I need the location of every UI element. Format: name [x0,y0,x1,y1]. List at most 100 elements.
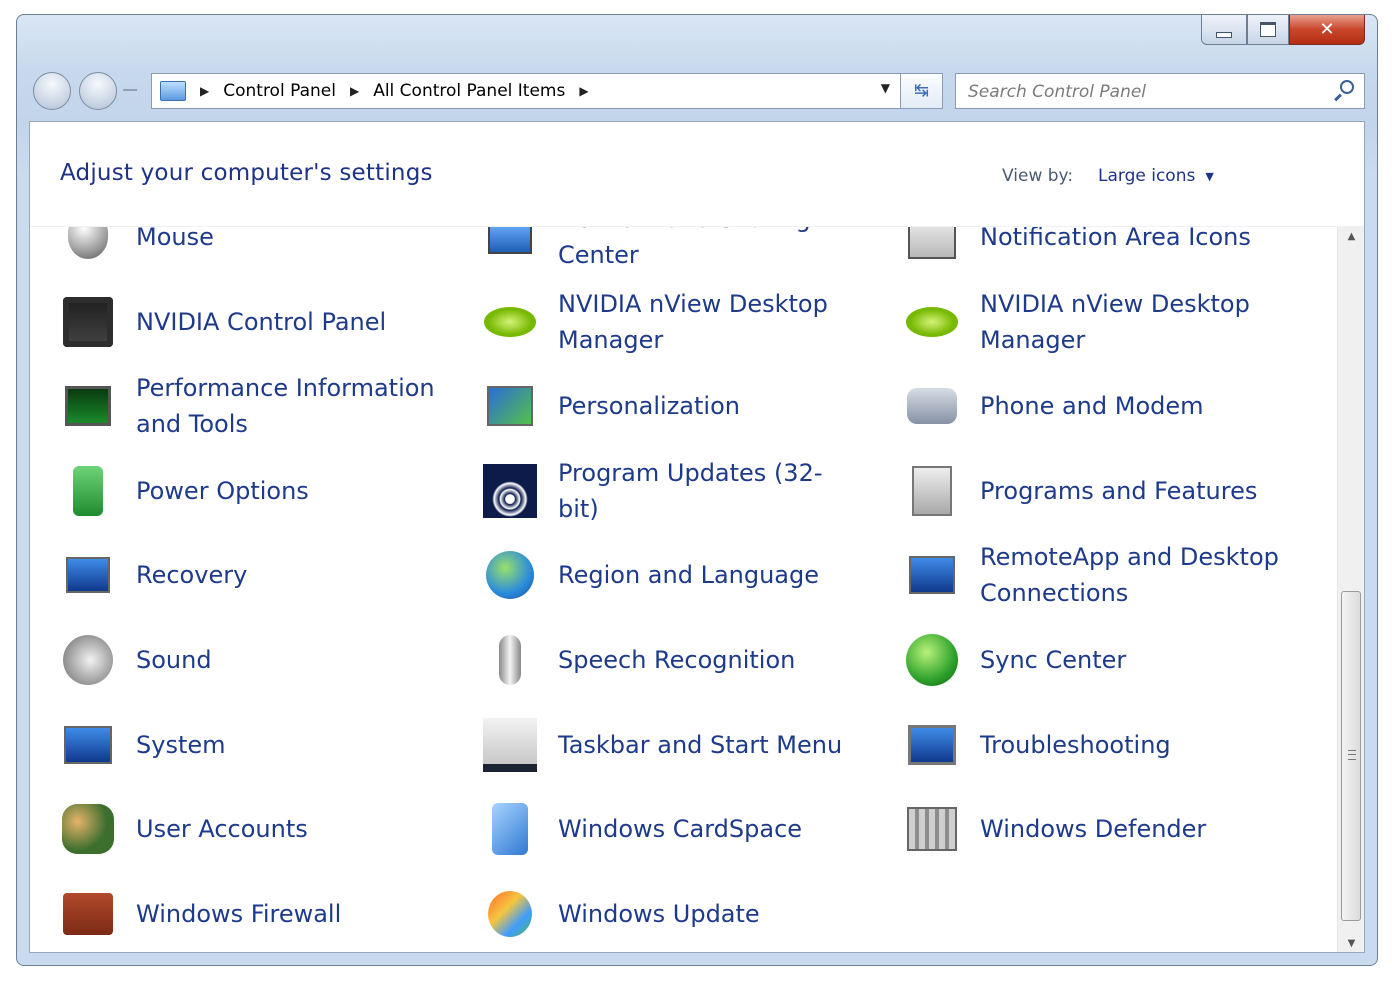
scroll-up-button[interactable]: ▲ [1338,227,1364,247]
minimize-button[interactable] [1201,15,1247,45]
notification-icon [904,227,960,265]
recent-pages-dropdown[interactable] [123,89,137,91]
vertical-scrollbar[interactable]: ▲ ▼ [1337,227,1364,952]
control-panel-item-performance-information-and-tools[interactable]: Performance Information and Tools [30,368,440,444]
chevron-down-icon: ▼ [1205,169,1214,183]
control-panel-item-sound[interactable]: Sound [30,622,440,698]
control-panel-item-power-options[interactable]: Power Options [30,453,440,529]
item-label: User Accounts [136,815,308,844]
minimize-icon [1216,31,1232,38]
items-grid: Mouse Network and Sharing Center Notificat… [30,227,1338,952]
control-panel-item-nvidia-control-panel[interactable]: NVIDIA Control Panel [30,284,440,360]
remoteapp-icon [904,547,960,603]
programs-icon [904,463,960,519]
nvidia-eye-icon [904,294,960,350]
control-panel-item-nvidia-nview-desktop-manager[interactable]: NVIDIA nView Desktop Manager [452,284,862,360]
control-panel-item-windows-firewall[interactable]: Windows Firewall [30,876,440,952]
mouse-icon [60,227,116,265]
search-icon[interactable] [1340,80,1354,94]
control-panel-item-recovery[interactable]: Recovery [30,537,440,613]
program-updates-icon [482,463,538,519]
control-panel-item-speech-recognition[interactable]: Speech Recognition [452,622,862,698]
item-label: RemoteApp and Desktop Connections [980,543,1279,608]
breadcrumb-all-items[interactable]: All Control Panel Items [373,81,565,101]
item-label: Speech Recognition [558,646,796,674]
speaker-icon [60,632,116,688]
control-panel-item-network-and-sharing-center[interactable]: Network and Sharing Center [452,227,862,275]
globe-clock-icon [482,547,538,603]
refresh-button[interactable]: ↹ [901,73,943,109]
control-panel-item-sync-center[interactable]: Sync Center [874,622,1284,698]
control-panel-item-program-updates-32-bit[interactable]: Program Updates (32-bit) [452,453,862,529]
control-panel-item-troubleshooting[interactable]: Troubleshooting [874,707,1284,783]
back-button[interactable] [33,72,71,110]
control-panel-item-region-and-language[interactable]: Region and Language [452,537,862,613]
control-panel-window: ✕ ▶ Control Panel ▶ All Control Panel It… [16,14,1378,966]
control-panel-item-taskbar-and-start-menu[interactable]: Taskbar and Start Menu [452,707,862,783]
control-panel-item-system[interactable]: System [30,707,440,783]
control-panel-item-remoteapp-and-desktop-connections[interactable]: RemoteApp and Desktop Connections [874,537,1284,613]
item-label: Taskbar and Start Menu [558,730,843,759]
performance-icon [60,378,116,434]
taskbar-icon [482,717,538,773]
breadcrumb: ▶ Control Panel ▶ All Control Panel Item… [160,74,603,108]
item-label: Windows Update [558,899,760,928]
search-input[interactable] [966,80,1320,104]
item-label: Sound [136,646,212,674]
address-dropdown-icon[interactable]: ▼ [881,81,890,95]
firewall-icon [60,886,116,942]
item-label: Power Options [136,476,309,505]
phone-icon [904,378,960,434]
battery-icon [60,463,116,519]
breadcrumb-separator-icon[interactable]: ▶ [350,84,359,98]
item-label: NVIDIA nView Desktop Manager [558,289,828,354]
maximize-button[interactable] [1247,15,1289,45]
defender-icon [904,801,960,857]
sync-icon [904,632,960,688]
control-panel-item-programs-and-features[interactable]: Programs and Features [874,453,1284,529]
control-panel-item-nvidia-nview-desktop-manager[interactable]: NVIDIA nView Desktop Manager [874,284,1284,360]
network-icon [482,227,538,265]
address-bar[interactable]: ▶ Control Panel ▶ All Control Panel Item… [151,73,901,109]
control-panel-item-windows-update[interactable]: Windows Update [452,876,862,952]
control-panel-item-windows-defender[interactable]: Windows Defender [874,791,1284,867]
control-panel-item-notification-area-icons[interactable]: Notification Area Icons [874,227,1284,275]
item-label: Windows CardSpace [558,815,803,844]
item-label: NVIDIA nView Desktop Manager [980,289,1250,354]
close-button[interactable]: ✕ [1289,15,1365,45]
control-panel-item-windows-cardspace[interactable]: Windows CardSpace [452,791,862,867]
item-label: Program Updates (32-bit) [558,458,823,523]
control-panel-item-user-accounts[interactable]: User Accounts [30,791,440,867]
view-by-dropdown[interactable]: Large icons ▼ [1098,166,1214,186]
item-label: Phone and Modem [980,392,1204,421]
view-by-value: Large icons [1098,166,1196,186]
scroll-down-button[interactable]: ▼ [1338,934,1364,952]
control-panel-item-mouse[interactable]: Mouse [30,227,440,275]
item-label: Windows Firewall [136,899,342,928]
system-icon [60,717,116,773]
item-label: Sync Center [980,646,1127,674]
scroll-thumb[interactable] [1341,591,1361,921]
item-label: Mouse [136,227,214,251]
nvidia-eye-icon [482,294,538,350]
users-icon [60,801,116,857]
microphone-icon [482,632,538,688]
item-label: Notification Area Icons [980,227,1251,251]
control-panel-item-phone-and-modem[interactable]: Phone and Modem [874,368,1284,444]
cardspace-icon [482,801,538,857]
page-title: Adjust your computer's settings [60,160,433,186]
breadcrumb-separator-icon[interactable]: ▶ [200,84,209,98]
item-label: Network and Sharing Center [558,227,811,269]
control-panel-item-personalization[interactable]: Personalization [452,368,862,444]
recovery-icon [60,547,116,603]
item-label: Region and Language [558,561,820,590]
breadcrumb-control-panel[interactable]: Control Panel [223,81,336,101]
search-box[interactable] [955,73,1365,109]
breadcrumb-separator-icon[interactable]: ▶ [579,84,588,98]
forward-button[interactable] [79,72,117,110]
refresh-icon: ↹ [913,80,930,101]
item-label: Troubleshooting [980,730,1171,759]
title-buttons: ✕ [1201,15,1365,45]
close-icon: ✕ [1319,19,1335,40]
item-label: Performance Information and Tools [136,374,435,439]
